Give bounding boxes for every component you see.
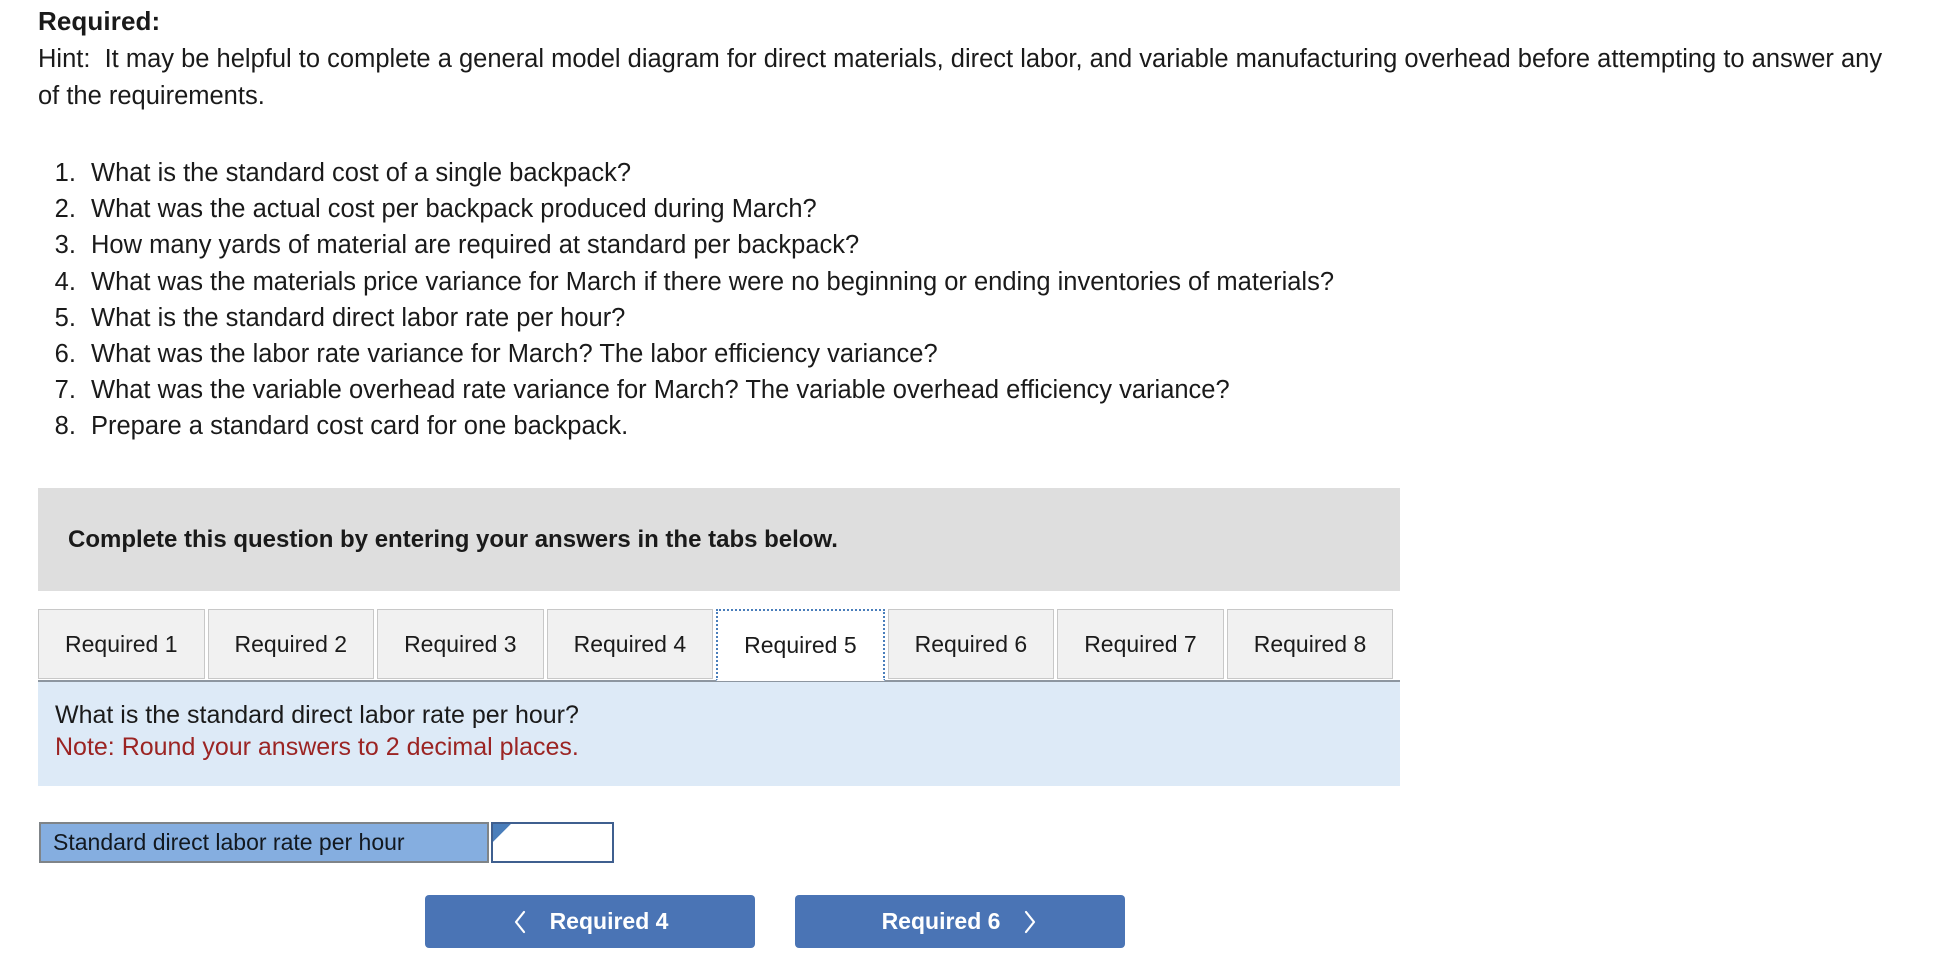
answer-label-cell: Standard direct labor rate per hour bbox=[39, 822, 489, 863]
rounding-note: Note: Round your answers to 2 decimal pl… bbox=[55, 733, 579, 762]
required-heading: Required: bbox=[38, 6, 160, 37]
chevron-left-icon bbox=[512, 909, 528, 935]
tab-required-4[interactable]: Required 4 bbox=[547, 609, 714, 679]
answer-input-cell[interactable] bbox=[491, 822, 614, 863]
tab-label: Required 8 bbox=[1254, 631, 1367, 658]
navigation-buttons: Required 4 Required 6 bbox=[0, 895, 1550, 948]
hint-text: Hint: It may be helpful to complete a ge… bbox=[38, 41, 1900, 115]
list-item: What was the labor rate variance for Mar… bbox=[83, 336, 1334, 372]
instruction-band: Complete this question by entering your … bbox=[38, 488, 1400, 591]
prev-required-button[interactable]: Required 4 bbox=[425, 895, 755, 948]
page-root: Required: Hint: It may be helpful to com… bbox=[0, 0, 1958, 978]
requirements-list: What is the standard cost of a single ba… bbox=[38, 155, 1334, 445]
list-item: What was the variable overhead rate vari… bbox=[83, 372, 1334, 408]
tab-label: Required 5 bbox=[744, 632, 857, 659]
tab-required-2[interactable]: Required 2 bbox=[208, 609, 375, 679]
tab-required-8[interactable]: Required 8 bbox=[1227, 609, 1394, 679]
tab-required-7[interactable]: Required 7 bbox=[1057, 609, 1224, 679]
prev-required-label: Required 4 bbox=[550, 908, 669, 935]
list-item: Prepare a standard cost card for one bac… bbox=[83, 408, 1334, 444]
answer-row: Standard direct labor rate per hour bbox=[39, 822, 614, 863]
chevron-right-icon bbox=[1022, 909, 1038, 935]
question-text: What is the standard direct labor rate p… bbox=[55, 701, 579, 730]
instruction-band-text: Complete this question by entering your … bbox=[68, 526, 838, 554]
tab-label: Required 4 bbox=[574, 631, 687, 658]
next-required-button[interactable]: Required 6 bbox=[795, 895, 1125, 948]
tab-required-1[interactable]: Required 1 bbox=[38, 609, 205, 679]
list-item: What was the actual cost per backpack pr… bbox=[83, 191, 1334, 227]
list-item: What was the materials price variance fo… bbox=[83, 264, 1334, 300]
tab-required-3[interactable]: Required 3 bbox=[377, 609, 544, 679]
question-panel: What is the standard direct labor rate p… bbox=[38, 682, 1400, 786]
list-item: What is the standard cost of a single ba… bbox=[83, 155, 1334, 191]
standard-direct-labor-rate-input[interactable] bbox=[493, 824, 612, 861]
tab-label: Required 1 bbox=[65, 631, 178, 658]
tab-label: Required 2 bbox=[235, 631, 348, 658]
tab-strip: Required 1 Required 2 Required 3 Require… bbox=[38, 609, 1396, 681]
list-item: How many yards of material are required … bbox=[83, 227, 1334, 263]
tab-label: Required 3 bbox=[404, 631, 517, 658]
tab-label: Required 7 bbox=[1084, 631, 1197, 658]
tab-required-5[interactable]: Required 5 bbox=[716, 609, 885, 681]
tab-required-6[interactable]: Required 6 bbox=[888, 609, 1055, 679]
next-required-label: Required 6 bbox=[882, 908, 1001, 935]
tab-label: Required 6 bbox=[915, 631, 1028, 658]
list-item: What is the standard direct labor rate p… bbox=[83, 300, 1334, 336]
